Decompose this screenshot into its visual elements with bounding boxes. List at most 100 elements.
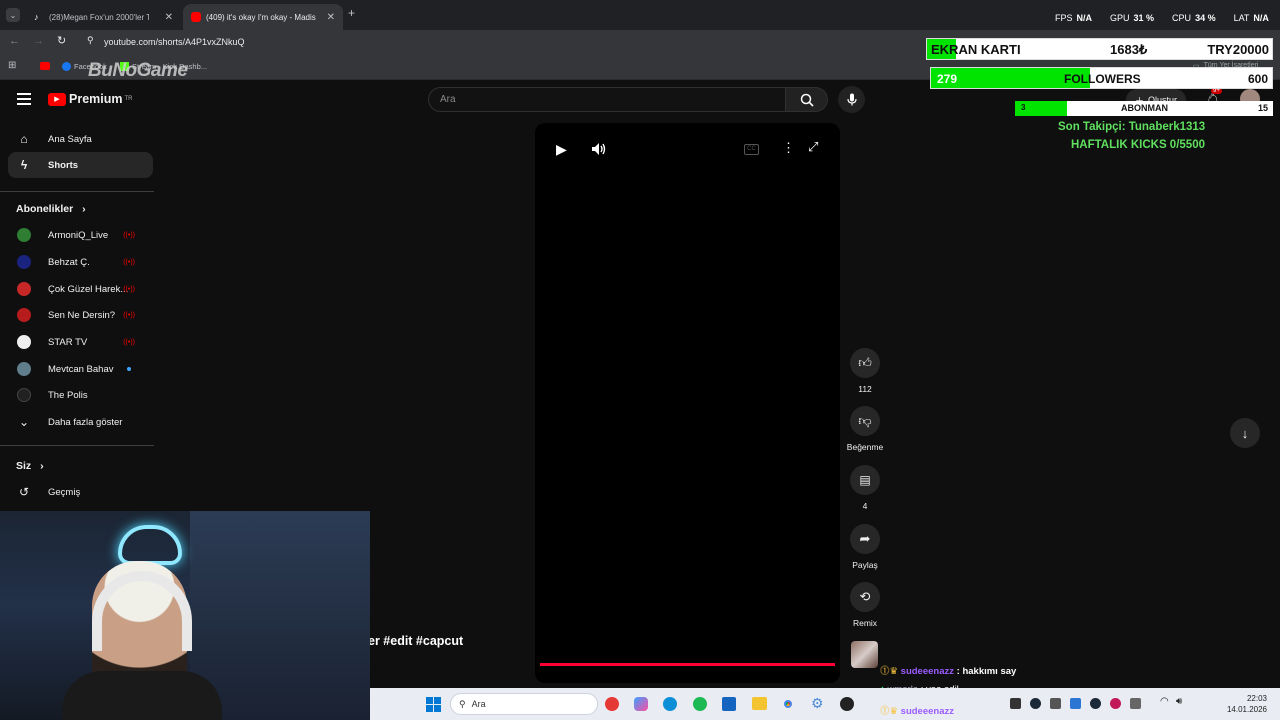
next-video-button[interactable]: ↓ xyxy=(1230,418,1260,448)
followers-goal: 600 xyxy=(1247,72,1268,86)
youtube-icon xyxy=(191,12,201,22)
sidebar-channel[interactable]: Çok Güzel Harek... ((•)) xyxy=(8,276,153,302)
search-input[interactable]: Ara xyxy=(440,94,456,105)
settings-icon[interactable]: ⚙ xyxy=(811,695,824,712)
clock[interactable]: 22:03 14.01.2026 xyxy=(1212,693,1267,715)
taskbar-app-icon[interactable] xyxy=(605,697,619,711)
tray-app-icon[interactable] xyxy=(1090,698,1101,709)
browser-tab-youtube[interactable]: (409) it's okay I'm okay - Madis ✕ xyxy=(183,4,343,30)
sidebar-divider xyxy=(0,191,154,192)
followers-current: 279 xyxy=(937,72,958,86)
tray-app-icon[interactable] xyxy=(1070,698,1081,709)
shorts-player[interactable]: ▶ CC ⋮ ⤢ xyxy=(535,123,840,683)
edge-icon[interactable] xyxy=(663,697,677,711)
taskbar-search[interactable]: ⚲ Ara xyxy=(450,693,598,715)
volume-icon[interactable] xyxy=(591,142,607,156)
more-options-icon[interactable]: ⋮ xyxy=(782,140,795,156)
wifi-icon[interactable]: ◠ xyxy=(1160,696,1169,707)
comments-button[interactable]: ▤ 4 xyxy=(845,465,885,511)
channel-avatar xyxy=(17,255,31,269)
badge-icon: ⓵♛ xyxy=(880,666,899,677)
sidebar-item-home[interactable]: ⌂ Ana Sayfa xyxy=(8,126,153,152)
windows-start-icon[interactable] xyxy=(426,697,441,712)
sidebar-channel[interactable]: STAR TV ((•)) xyxy=(8,329,153,355)
browser-tab-tiktok[interactable]: ♪ (28)Megan Fox'un 2000'ler Tarz ✕ xyxy=(26,4,181,30)
tray-app-icon[interactable] xyxy=(1130,698,1141,709)
youtube-logo[interactable]: ▶ Premium TR xyxy=(48,92,133,106)
tray-app-icon[interactable] xyxy=(1110,698,1121,709)
you-heading[interactable]: Siz › xyxy=(16,460,44,472)
back-icon[interactable]: ← xyxy=(9,35,20,47)
last-follower: Son Takipçi: Tunaberk1313 xyxy=(1058,121,1206,133)
tray-app-icon[interactable] xyxy=(1010,698,1021,709)
youtube-bookmark-icon[interactable] xyxy=(40,62,50,70)
sidebar-channel[interactable]: Behzat Ç. ((•)) xyxy=(8,249,153,275)
subscriptions-heading[interactable]: Abonelikler › xyxy=(16,203,86,215)
chevron-down-icon: ⌄ xyxy=(18,415,30,429)
address-bar[interactable]: youtube.com/shorts/A4P1vxZNkuQ xyxy=(104,37,245,47)
captions-icon[interactable]: CC xyxy=(744,144,759,155)
store-icon[interactable] xyxy=(722,697,736,711)
like-button[interactable]: 👍︎ 112 xyxy=(845,348,885,394)
fullscreen-icon[interactable]: ⤢ xyxy=(808,139,818,155)
site-info-icon[interactable]: ⚲ xyxy=(87,35,94,46)
chat-text: : hakkımı say xyxy=(956,666,1017,677)
obs-icon[interactable] xyxy=(840,697,854,711)
new-tab-button[interactable]: + xyxy=(348,6,355,20)
chrome-icon[interactable] xyxy=(781,697,795,711)
menu-icon[interactable] xyxy=(17,93,31,105)
tab-title: (28)Megan Fox'un 2000'ler Tarz xyxy=(49,12,149,22)
show-more-button[interactable]: ⌄ Daha fazla göster xyxy=(8,409,153,435)
tab-search-icon[interactable]: ⌄ xyxy=(6,8,20,22)
sidebar-channel[interactable]: Sen Ne Dersin? ((•)) xyxy=(8,302,153,328)
sound-thumbnail[interactable] xyxy=(851,641,878,668)
search-button[interactable] xyxy=(786,87,828,112)
remix-button[interactable]: ⟲ Remix xyxy=(845,582,885,628)
channel-name: STAR TV xyxy=(48,336,88,348)
play-icon[interactable]: ▶ xyxy=(556,141,567,158)
remix-icon: ⟲ xyxy=(859,589,871,604)
reload-icon[interactable]: ↻ xyxy=(57,34,66,47)
sidebar-item-history[interactable]: ↺ Geçmiş xyxy=(8,479,153,505)
arrow-down-icon: ↓ xyxy=(1241,425,1249,441)
youtube-play-logo-icon: ▶ xyxy=(48,92,66,106)
speaker-icon[interactable]: 🔊︎ xyxy=(1176,696,1182,707)
spotify-icon[interactable] xyxy=(693,697,707,711)
fps-label: FPS xyxy=(1055,13,1073,23)
channel-name: Çok Güzel Harek... xyxy=(48,283,129,295)
live-icon: ((•)) xyxy=(123,231,135,239)
sidebar-channel[interactable]: Mevtcan Bahav xyxy=(8,356,153,382)
cpu-value: 34 % xyxy=(1195,13,1216,23)
shorts-caption: er #edit #capcut xyxy=(368,634,464,648)
sidebar-item-shorts[interactable]: ϟ Shorts xyxy=(8,152,153,178)
abonman-goal: 15 xyxy=(1257,103,1268,113)
share-icon: ➦ xyxy=(859,531,871,546)
live-icon: ((•)) xyxy=(123,285,135,293)
forward-icon[interactable]: → xyxy=(33,35,44,47)
dislike-button[interactable]: 👎︎ Beğenme xyxy=(845,406,885,452)
clock-time: 22:03 xyxy=(1246,694,1267,703)
comment-icon: ▤ xyxy=(859,473,871,487)
apps-icon[interactable]: ⊞ xyxy=(8,60,16,71)
tray-app-icon[interactable] xyxy=(1030,698,1041,709)
copilot-icon[interactable] xyxy=(634,697,648,711)
sidebar-channel[interactable]: The Polis xyxy=(8,382,153,408)
live-icon: ((•)) xyxy=(123,258,135,266)
search-box[interactable]: Ara xyxy=(428,87,786,112)
file-explorer-icon[interactable] xyxy=(752,697,767,710)
gpu-label: GPU xyxy=(1110,13,1130,23)
voice-search-button[interactable] xyxy=(838,86,865,113)
video-progress-track[interactable] xyxy=(540,663,835,666)
abonman-label: ABONMAN xyxy=(1121,103,1168,113)
lat-label: LAT xyxy=(1233,13,1250,23)
tray-app-icon[interactable] xyxy=(1050,698,1061,709)
close-tab-icon[interactable]: ✕ xyxy=(165,12,173,23)
goal-followers: 279 FOLLOWERS 600 xyxy=(930,67,1273,89)
like-count: 112 xyxy=(858,384,872,394)
channel-avatar xyxy=(17,362,31,376)
close-tab-icon[interactable]: ✕ xyxy=(327,12,335,23)
remix-label: Remix xyxy=(852,618,878,628)
sidebar-channel[interactable]: ArmoniQ_Live ((•)) xyxy=(8,222,153,248)
share-button[interactable]: ➦ Paylaş xyxy=(845,524,885,570)
channel-avatar xyxy=(17,228,31,242)
